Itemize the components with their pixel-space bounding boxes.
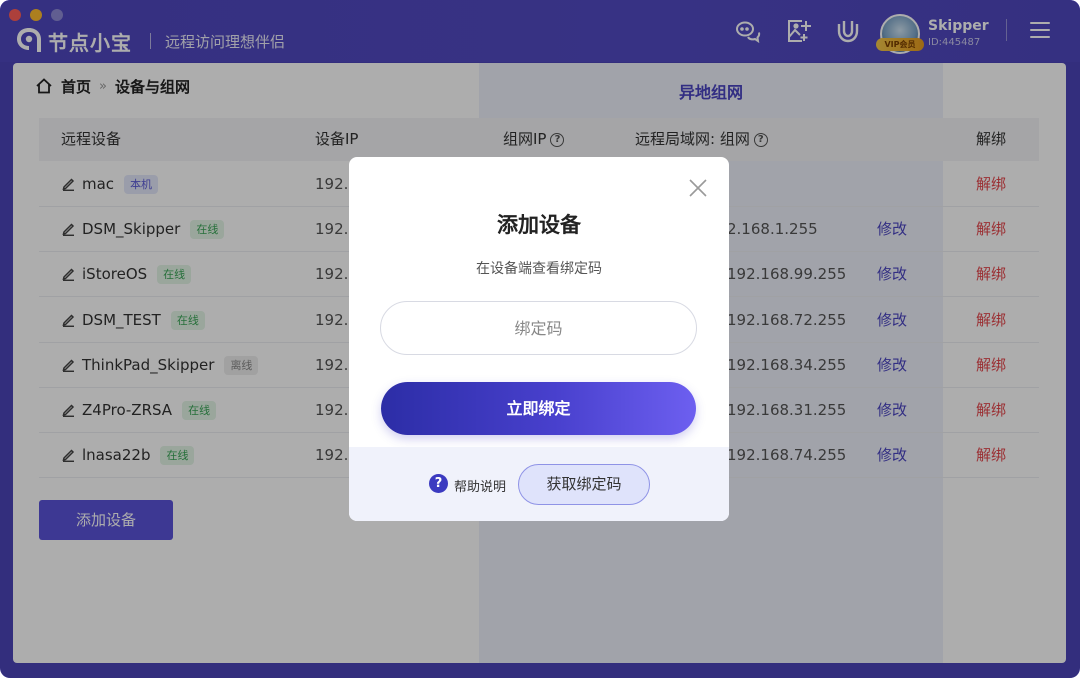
help-icon[interactable]: ? [429,474,448,493]
dialog-footer: ? 帮助说明 获取绑定码 [349,447,729,521]
bind-now-button[interactable]: 立即绑定 [381,382,696,435]
get-bind-code-button[interactable]: 获取绑定码 [518,464,650,505]
add-device-dialog: 添加设备 在设备端查看绑定码 立即绑定 ? 帮助说明 获取绑定码 [349,157,729,521]
dialog-subtitle: 在设备端查看绑定码 [476,261,602,277]
bind-code-input[interactable] [380,301,697,355]
app-window: 节点小宝 远程访问理想伴侣 VIP会员 Skipper ID:445487 异地… [0,0,1080,678]
close-icon[interactable] [687,177,709,199]
help-link[interactable]: 帮助说明 [454,476,506,495]
dialog-title: 添加设备 [497,213,581,237]
